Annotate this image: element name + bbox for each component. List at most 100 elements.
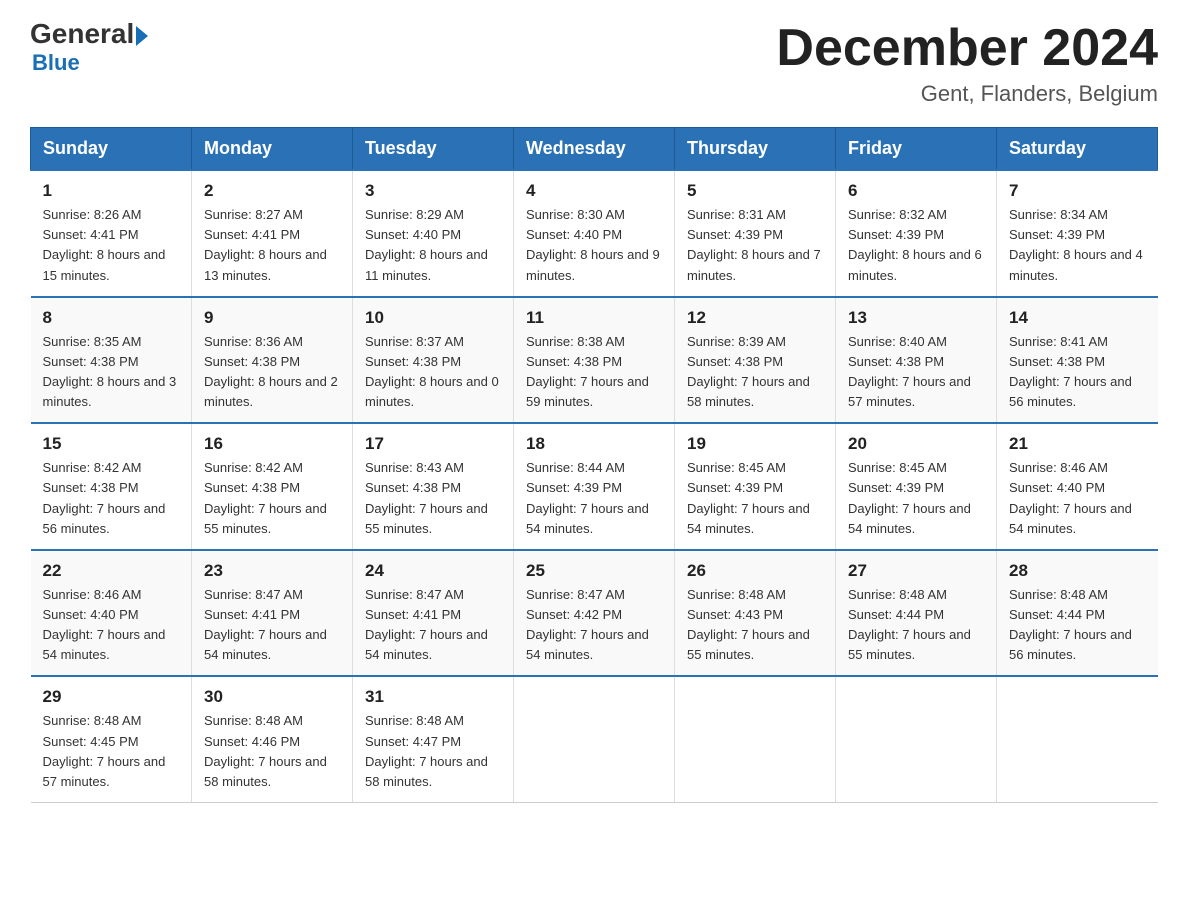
day-info: Sunrise: 8:41 AMSunset: 4:38 PMDaylight:… xyxy=(1009,332,1146,413)
col-monday: Monday xyxy=(192,128,353,171)
title-block: December 2024 Gent, Flanders, Belgium xyxy=(776,20,1158,107)
day-number: 2 xyxy=(204,181,340,201)
day-number: 4 xyxy=(526,181,662,201)
day-info: Sunrise: 8:40 AMSunset: 4:38 PMDaylight:… xyxy=(848,332,984,413)
day-cell: 5 Sunrise: 8:31 AMSunset: 4:39 PMDayligh… xyxy=(675,170,836,297)
day-cell: 26 Sunrise: 8:48 AMSunset: 4:43 PMDaylig… xyxy=(675,550,836,677)
day-cell: 22 Sunrise: 8:46 AMSunset: 4:40 PMDaylig… xyxy=(31,550,192,677)
calendar-table: Sunday Monday Tuesday Wednesday Thursday… xyxy=(30,127,1158,803)
day-number: 8 xyxy=(43,308,180,328)
day-cell: 9 Sunrise: 8:36 AMSunset: 4:38 PMDayligh… xyxy=(192,297,353,424)
day-info: Sunrise: 8:42 AMSunset: 4:38 PMDaylight:… xyxy=(43,458,180,539)
calendar-title: December 2024 xyxy=(776,20,1158,77)
day-cell: 25 Sunrise: 8:47 AMSunset: 4:42 PMDaylig… xyxy=(514,550,675,677)
calendar-header: Sunday Monday Tuesday Wednesday Thursday… xyxy=(31,128,1158,171)
col-friday: Friday xyxy=(836,128,997,171)
day-number: 14 xyxy=(1009,308,1146,328)
day-info: Sunrise: 8:45 AMSunset: 4:39 PMDaylight:… xyxy=(687,458,823,539)
day-number: 12 xyxy=(687,308,823,328)
day-info: Sunrise: 8:46 AMSunset: 4:40 PMDaylight:… xyxy=(43,585,180,666)
week-row-3: 15 Sunrise: 8:42 AMSunset: 4:38 PMDaylig… xyxy=(31,423,1158,550)
day-info: Sunrise: 8:39 AMSunset: 4:38 PMDaylight:… xyxy=(687,332,823,413)
day-number: 21 xyxy=(1009,434,1146,454)
day-cell: 3 Sunrise: 8:29 AMSunset: 4:40 PMDayligh… xyxy=(353,170,514,297)
day-info: Sunrise: 8:38 AMSunset: 4:38 PMDaylight:… xyxy=(526,332,662,413)
day-info: Sunrise: 8:47 AMSunset: 4:41 PMDaylight:… xyxy=(204,585,340,666)
day-number: 10 xyxy=(365,308,501,328)
day-info: Sunrise: 8:44 AMSunset: 4:39 PMDaylight:… xyxy=(526,458,662,539)
day-number: 25 xyxy=(526,561,662,581)
day-cell: 4 Sunrise: 8:30 AMSunset: 4:40 PMDayligh… xyxy=(514,170,675,297)
day-number: 23 xyxy=(204,561,340,581)
day-info: Sunrise: 8:30 AMSunset: 4:40 PMDaylight:… xyxy=(526,205,662,286)
day-cell: 7 Sunrise: 8:34 AMSunset: 4:39 PMDayligh… xyxy=(997,170,1158,297)
day-cell: 11 Sunrise: 8:38 AMSunset: 4:38 PMDaylig… xyxy=(514,297,675,424)
day-cell: 16 Sunrise: 8:42 AMSunset: 4:38 PMDaylig… xyxy=(192,423,353,550)
day-info: Sunrise: 8:48 AMSunset: 4:46 PMDaylight:… xyxy=(204,711,340,792)
day-info: Sunrise: 8:26 AMSunset: 4:41 PMDaylight:… xyxy=(43,205,180,286)
day-cell xyxy=(675,676,836,802)
calendar-body: 1 Sunrise: 8:26 AMSunset: 4:41 PMDayligh… xyxy=(31,170,1158,802)
day-number: 7 xyxy=(1009,181,1146,201)
day-cell: 24 Sunrise: 8:47 AMSunset: 4:41 PMDaylig… xyxy=(353,550,514,677)
day-info: Sunrise: 8:47 AMSunset: 4:41 PMDaylight:… xyxy=(365,585,501,666)
day-number: 11 xyxy=(526,308,662,328)
day-cell xyxy=(997,676,1158,802)
col-tuesday: Tuesday xyxy=(353,128,514,171)
day-number: 22 xyxy=(43,561,180,581)
day-number: 1 xyxy=(43,181,180,201)
day-info: Sunrise: 8:48 AMSunset: 4:43 PMDaylight:… xyxy=(687,585,823,666)
day-info: Sunrise: 8:43 AMSunset: 4:38 PMDaylight:… xyxy=(365,458,501,539)
day-cell: 31 Sunrise: 8:48 AMSunset: 4:47 PMDaylig… xyxy=(353,676,514,802)
page-header: General Blue December 2024 Gent, Flander… xyxy=(30,20,1158,107)
calendar-subtitle: Gent, Flanders, Belgium xyxy=(776,81,1158,107)
day-info: Sunrise: 8:48 AMSunset: 4:44 PMDaylight:… xyxy=(1009,585,1146,666)
day-info: Sunrise: 8:48 AMSunset: 4:44 PMDaylight:… xyxy=(848,585,984,666)
day-cell: 10 Sunrise: 8:37 AMSunset: 4:38 PMDaylig… xyxy=(353,297,514,424)
day-number: 31 xyxy=(365,687,501,707)
day-info: Sunrise: 8:47 AMSunset: 4:42 PMDaylight:… xyxy=(526,585,662,666)
col-thursday: Thursday xyxy=(675,128,836,171)
day-cell: 20 Sunrise: 8:45 AMSunset: 4:39 PMDaylig… xyxy=(836,423,997,550)
day-cell: 18 Sunrise: 8:44 AMSunset: 4:39 PMDaylig… xyxy=(514,423,675,550)
day-cell: 28 Sunrise: 8:48 AMSunset: 4:44 PMDaylig… xyxy=(997,550,1158,677)
day-number: 27 xyxy=(848,561,984,581)
day-info: Sunrise: 8:32 AMSunset: 4:39 PMDaylight:… xyxy=(848,205,984,286)
day-info: Sunrise: 8:36 AMSunset: 4:38 PMDaylight:… xyxy=(204,332,340,413)
day-number: 16 xyxy=(204,434,340,454)
week-row-2: 8 Sunrise: 8:35 AMSunset: 4:38 PMDayligh… xyxy=(31,297,1158,424)
day-number: 26 xyxy=(687,561,823,581)
day-number: 3 xyxy=(365,181,501,201)
day-info: Sunrise: 8:37 AMSunset: 4:38 PMDaylight:… xyxy=(365,332,501,413)
week-row-4: 22 Sunrise: 8:46 AMSunset: 4:40 PMDaylig… xyxy=(31,550,1158,677)
week-row-5: 29 Sunrise: 8:48 AMSunset: 4:45 PMDaylig… xyxy=(31,676,1158,802)
day-info: Sunrise: 8:31 AMSunset: 4:39 PMDaylight:… xyxy=(687,205,823,286)
day-info: Sunrise: 8:27 AMSunset: 4:41 PMDaylight:… xyxy=(204,205,340,286)
day-cell: 1 Sunrise: 8:26 AMSunset: 4:41 PMDayligh… xyxy=(31,170,192,297)
day-cell: 19 Sunrise: 8:45 AMSunset: 4:39 PMDaylig… xyxy=(675,423,836,550)
day-number: 29 xyxy=(43,687,180,707)
day-cell: 17 Sunrise: 8:43 AMSunset: 4:38 PMDaylig… xyxy=(353,423,514,550)
day-info: Sunrise: 8:48 AMSunset: 4:45 PMDaylight:… xyxy=(43,711,180,792)
day-info: Sunrise: 8:29 AMSunset: 4:40 PMDaylight:… xyxy=(365,205,501,286)
day-cell: 13 Sunrise: 8:40 AMSunset: 4:38 PMDaylig… xyxy=(836,297,997,424)
day-number: 9 xyxy=(204,308,340,328)
day-number: 6 xyxy=(848,181,984,201)
day-number: 15 xyxy=(43,434,180,454)
day-cell: 21 Sunrise: 8:46 AMSunset: 4:40 PMDaylig… xyxy=(997,423,1158,550)
day-cell: 14 Sunrise: 8:41 AMSunset: 4:38 PMDaylig… xyxy=(997,297,1158,424)
logo-blue: Blue xyxy=(30,50,80,76)
day-number: 30 xyxy=(204,687,340,707)
day-info: Sunrise: 8:46 AMSunset: 4:40 PMDaylight:… xyxy=(1009,458,1146,539)
day-number: 20 xyxy=(848,434,984,454)
day-cell: 23 Sunrise: 8:47 AMSunset: 4:41 PMDaylig… xyxy=(192,550,353,677)
logo: General Blue xyxy=(30,20,148,76)
day-number: 19 xyxy=(687,434,823,454)
day-cell: 8 Sunrise: 8:35 AMSunset: 4:38 PMDayligh… xyxy=(31,297,192,424)
day-info: Sunrise: 8:48 AMSunset: 4:47 PMDaylight:… xyxy=(365,711,501,792)
day-number: 24 xyxy=(365,561,501,581)
col-sunday: Sunday xyxy=(31,128,192,171)
day-info: Sunrise: 8:42 AMSunset: 4:38 PMDaylight:… xyxy=(204,458,340,539)
logo-arrow-icon xyxy=(136,26,148,46)
day-cell: 15 Sunrise: 8:42 AMSunset: 4:38 PMDaylig… xyxy=(31,423,192,550)
